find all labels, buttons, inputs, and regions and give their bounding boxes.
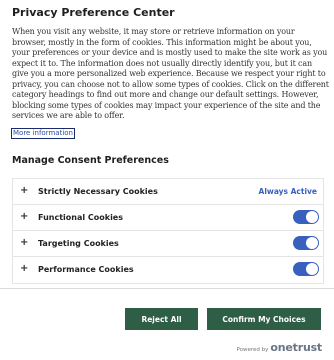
confirm-choices-button[interactable]: Confirm My Choices (207, 308, 321, 330)
reject-all-button[interactable]: Reject All (125, 308, 198, 330)
toggle-knob (306, 237, 318, 249)
consent-list: + Strictly Necessary Cookies Always Acti… (12, 178, 324, 284)
plus-icon[interactable]: + (20, 212, 28, 222)
plus-icon[interactable]: + (20, 238, 28, 248)
targeting-toggle[interactable] (293, 236, 319, 250)
consent-section-title: Manage Consent Preferences (12, 155, 169, 166)
consent-row-performance[interactable]: + Performance Cookies (13, 257, 323, 283)
toggle-knob (306, 211, 318, 223)
more-information-link[interactable]: More information (11, 128, 75, 139)
consent-label: Functional Cookies (38, 213, 123, 222)
toggle-knob (306, 263, 318, 275)
footer-divider (0, 288, 334, 289)
consent-row-strictly-necessary[interactable]: + Strictly Necessary Cookies Always Acti… (13, 179, 323, 205)
consent-label: Strictly Necessary Cookies (38, 187, 158, 196)
always-active-status: Always Active (258, 187, 317, 196)
description-text: When you visit any website, it may store… (12, 27, 329, 120)
plus-icon[interactable]: + (20, 186, 28, 196)
consent-label: Targeting Cookies (38, 239, 119, 248)
powered-by-label: Powered by (236, 347, 269, 353)
consent-row-functional[interactable]: + Functional Cookies (13, 205, 323, 231)
performance-toggle[interactable] (293, 262, 319, 276)
consent-row-targeting[interactable]: + Targeting Cookies (13, 231, 323, 257)
privacy-preference-panel: Privacy Preference Center When you visit… (0, 0, 334, 288)
consent-label: Performance Cookies (38, 265, 134, 274)
plus-icon[interactable]: + (20, 264, 28, 274)
functional-toggle[interactable] (293, 210, 319, 224)
panel-title: Privacy Preference Center (12, 6, 175, 19)
powered-by-onetrust[interactable]: Powered by onetrust (236, 341, 323, 354)
onetrust-logo: onetrust (270, 341, 322, 354)
